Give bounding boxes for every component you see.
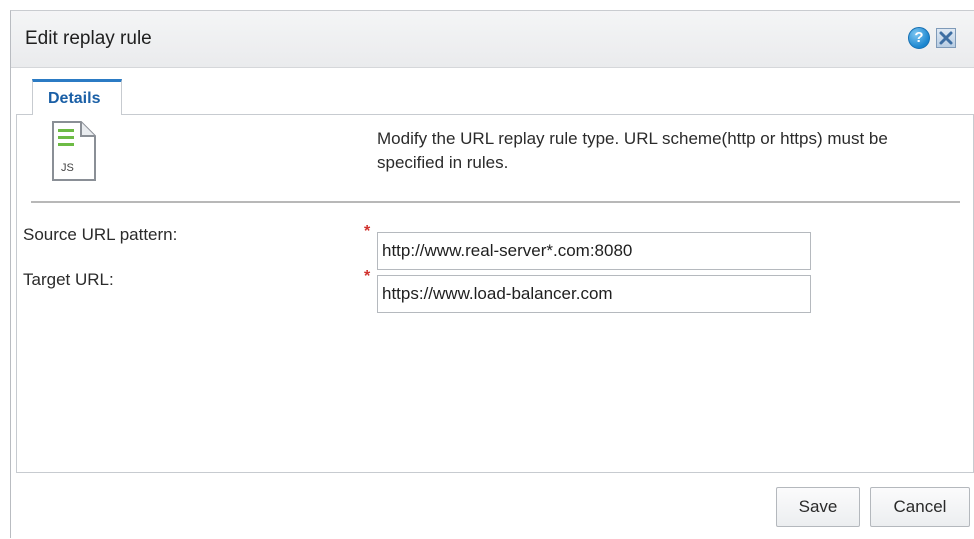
description-text: Modify the URL replay rule type. URL sch… bbox=[377, 129, 888, 172]
save-button[interactable]: Save bbox=[776, 487, 860, 527]
target-url-input[interactable] bbox=[377, 275, 811, 313]
file-icon-label: JS bbox=[61, 162, 74, 174]
tab-details[interactable]: Details bbox=[32, 79, 122, 115]
dialog-content: Details JS Modify the URL replay rule ty… bbox=[16, 75, 974, 473]
tab-details-label: Details bbox=[48, 90, 101, 107]
edit-replay-rule-dialog: Edit replay rule ? Details JS Modify the… bbox=[10, 10, 974, 539]
help-icon[interactable]: ? bbox=[908, 27, 930, 49]
source-url-input[interactable] bbox=[377, 232, 811, 270]
details-panel: JS Modify the URL replay rule type. URL … bbox=[16, 114, 974, 473]
source-url-label: Source URL pattern: bbox=[23, 225, 178, 244]
required-marker: * bbox=[364, 268, 371, 285]
cancel-button[interactable]: Cancel bbox=[870, 487, 970, 527]
close-icon[interactable] bbox=[936, 28, 956, 48]
required-marker: * bbox=[364, 223, 371, 240]
separator bbox=[31, 201, 960, 203]
js-file-icon: JS bbox=[47, 119, 99, 183]
target-url-label: Target URL: bbox=[23, 270, 114, 289]
dialog-footer: Save Cancel bbox=[11, 473, 974, 539]
dialog-title: Edit replay rule bbox=[25, 28, 152, 49]
dialog-title-bar: Edit replay rule ? bbox=[11, 11, 974, 68]
